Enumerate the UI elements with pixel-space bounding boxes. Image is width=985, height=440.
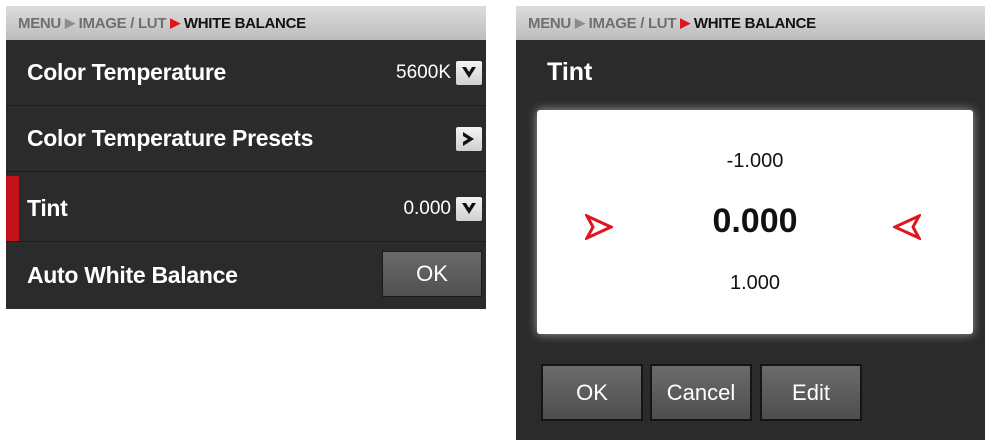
chevron-down-icon[interactable] <box>456 60 482 85</box>
menu-item-label: Tint <box>27 195 68 221</box>
edit-button[interactable]: Edit <box>760 364 862 421</box>
dialog-title: Tint <box>547 58 593 86</box>
selection-marker <box>6 176 19 241</box>
breadcrumb-current: WHITE BALANCE <box>693 14 816 32</box>
pointer-left-icon <box>893 214 921 240</box>
menu-item-tint[interactable]: Tint 0.000 <box>6 176 486 242</box>
cancel-button[interactable]: Cancel <box>650 364 752 421</box>
menu-item-color-temperature-presets[interactable]: Color Temperature Presets <box>6 106 486 172</box>
menu-item-auto-white-balance: Auto White Balance OK <box>6 242 486 308</box>
pointer-right-icon <box>585 214 613 240</box>
value-picker[interactable]: -1.000 0.000 1.000 <box>537 110 973 334</box>
picker-next-value[interactable]: 1.000 <box>537 272 973 295</box>
menu-item-label: Auto White Balance <box>27 261 238 288</box>
tint-value: 0.000 <box>403 197 451 219</box>
tint-picker-dialog: MENU ▶ IMAGE / LUT ▶ WHITE BALANCE Tint … <box>516 6 985 440</box>
picker-previous-value[interactable]: -1.000 <box>537 150 973 173</box>
breadcrumb-menu[interactable]: MENU <box>528 15 571 32</box>
breadcrumb-separator-icon: ▶ <box>64 15 75 30</box>
chevron-right-icon[interactable] <box>456 126 482 151</box>
breadcrumb-image-lut[interactable]: IMAGE / LUT <box>589 15 677 32</box>
breadcrumb-menu[interactable]: MENU <box>18 15 61 32</box>
breadcrumb-current: WHITE BALANCE <box>183 14 306 32</box>
breadcrumb: MENU ▶ IMAGE / LUT ▶ WHITE BALANCE <box>6 6 486 40</box>
menu-item-label: Color Temperature Presets <box>27 125 314 151</box>
white-balance-menu: MENU ▶ IMAGE / LUT ▶ WHITE BALANCE Color… <box>6 6 486 309</box>
breadcrumb-separator-icon: ▶ <box>574 15 585 30</box>
menu-item-color-temperature[interactable]: Color Temperature 5600K <box>6 40 486 106</box>
menu-item-label: Color Temperature <box>27 59 226 85</box>
breadcrumb: MENU ▶ IMAGE / LUT ▶ WHITE BALANCE <box>516 6 985 40</box>
breadcrumb-image-lut[interactable]: IMAGE / LUT <box>79 15 167 32</box>
breadcrumb-separator-icon: ▶ <box>680 15 690 30</box>
ok-button[interactable]: OK <box>541 364 643 421</box>
chevron-down-icon[interactable] <box>456 196 482 221</box>
auto-white-balance-ok-button[interactable]: OK <box>382 251 482 297</box>
breadcrumb-separator-icon: ▶ <box>170 15 180 30</box>
color-temperature-value: 5600K <box>396 61 451 83</box>
